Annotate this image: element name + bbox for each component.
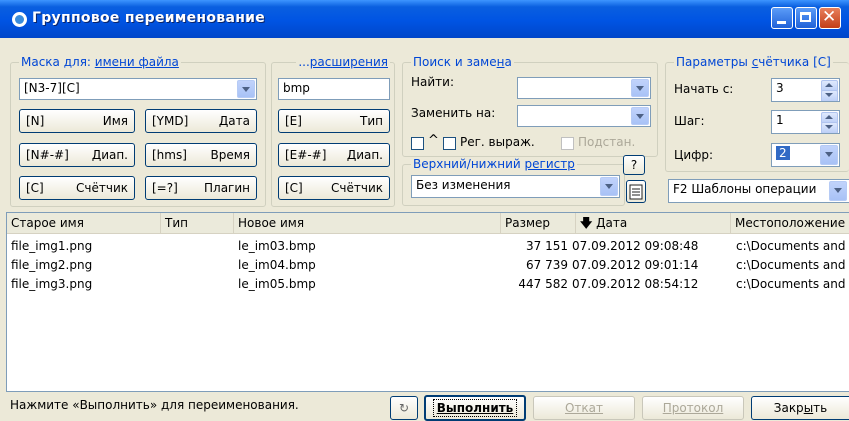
table-row[interactable]: file_img2.png le_im04.bmp 67 739 07.09.2012… — [7, 257, 849, 274]
case-group-title: Верхний/нижний регистр — [411, 157, 577, 171]
mask-input-value: [N3-7][C] — [24, 81, 80, 95]
column-size[interactable]: Размер — [501, 213, 576, 234]
counter-digits-label: Цифр: — [674, 148, 714, 162]
refresh-button[interactable]: ↻ — [390, 396, 418, 420]
cell-size: 447 582 — [518, 277, 568, 291]
counter-step-label: Шаг: — [674, 114, 705, 128]
search-replace-group: Поиск и замена Найти: Заменить на: ^ Рег… — [402, 55, 658, 157]
file-list[interactable]: Старое имя Тип Новое имя Размер 🡇 Дата М… — [6, 212, 849, 392]
cell-location: c:\Documents and — [736, 239, 846, 253]
cell-date: 07.09.2012 09:01:14 — [572, 258, 699, 272]
counter-digits-value: 2 — [776, 146, 790, 160]
replace-input[interactable] — [517, 105, 651, 127]
column-location[interactable]: Местоположение — [731, 213, 849, 234]
status-text: Нажмите «Выполнить» для переименования. — [10, 398, 299, 412]
counter-start-input[interactable]: 3 — [771, 78, 840, 102]
close-icon: ✕ — [822, 7, 837, 27]
chevron-down-icon[interactable] — [237, 80, 255, 98]
extension-input[interactable]: bmp — [278, 78, 390, 100]
chevron-down-icon[interactable] — [631, 79, 649, 97]
case-sensitive-label: ^ — [428, 133, 439, 148]
extension-group: ...расширения bmp [E] Тип [E#-#] Диап. [C]… — [271, 55, 395, 207]
document-icon — [629, 184, 643, 199]
status-bar: Нажмите «Выполнить» для переименования. … — [0, 393, 849, 421]
insert-name-range-button[interactable]: [N#-#] Диап. — [19, 143, 135, 167]
templates-label: F2 Шаблоны операции — [673, 182, 817, 196]
regex-label: Рег. выраж. — [460, 135, 535, 149]
column-old-name[interactable]: Старое имя — [7, 213, 161, 234]
column-type[interactable]: Тип — [161, 213, 234, 234]
cell-new-name: le_im04.bmp — [238, 258, 316, 272]
close-window-button[interactable]: ✕ — [819, 7, 841, 29]
case-sensitive-checkbox[interactable] — [411, 137, 424, 150]
spin-down-icon[interactable] — [821, 90, 838, 101]
insert-ext-counter-button[interactable]: [C] Счётчик — [278, 176, 390, 200]
rename-window: Групповое переименование ✕ Маска для: им… — [0, 0, 849, 421]
insert-plugin-button[interactable]: [=?] Плагин — [145, 176, 257, 200]
insert-name-button[interactable]: [N] Имя — [19, 109, 135, 133]
edit-case-button[interactable] — [626, 180, 646, 203]
column-date[interactable]: 🡇 Дата — [576, 213, 731, 234]
subst-checkbox[interactable] — [561, 137, 574, 150]
table-row[interactable]: file_img3.png le_im05.bmp 447 582 07.09.201… — [7, 276, 849, 293]
extension-group-title: ...расширения — [296, 55, 390, 69]
find-label: Найти: — [411, 75, 455, 89]
column-new-name[interactable]: Новое имя — [234, 213, 501, 234]
mask-input[interactable]: [N3-7][C] — [19, 78, 257, 100]
cell-old-name: file_img1.png — [11, 239, 93, 253]
mask-group: Маска для: имени файла [N3-7][C] [N] Имя … — [10, 55, 266, 207]
counter-digits-select[interactable]: 2 — [771, 143, 840, 167]
refresh-icon: ↻ — [398, 401, 410, 415]
chevron-down-icon[interactable] — [600, 177, 618, 196]
maximize-button[interactable] — [795, 7, 817, 29]
insert-time-button[interactable]: [hms] Время — [145, 143, 257, 167]
minimize-button[interactable] — [771, 7, 793, 29]
find-input[interactable] — [517, 77, 651, 99]
chevron-down-icon[interactable] — [631, 107, 649, 125]
title-bar[interactable]: Групповое переименование ✕ — [0, 0, 849, 38]
window-title: Групповое переименование — [32, 10, 266, 26]
cell-size: 67 739 — [526, 258, 568, 272]
run-button[interactable]: Выполнить — [424, 395, 526, 421]
cell-location: c:\Documents and — [736, 277, 846, 291]
mask-group-title: Маска для: имени файла — [19, 55, 181, 69]
templates-select[interactable]: F2 Шаблоны операции — [668, 179, 849, 203]
cell-old-name: file_img3.png — [11, 277, 93, 291]
chevron-down-icon[interactable] — [829, 181, 847, 201]
case-select[interactable]: Без изменения — [411, 175, 620, 198]
sort-down-icon: 🡇 — [580, 216, 593, 230]
regex-checkbox[interactable] — [443, 137, 456, 150]
insert-date-button[interactable]: [YMD] Дата — [145, 109, 257, 133]
close-button[interactable]: Закр ы ть — [751, 396, 849, 420]
subst-label: Подстан. — [578, 135, 636, 149]
counter-group: Параметры счётчика [C] Начать с: 3 Шаг: … — [665, 55, 849, 172]
cell-new-name: le_im05.bmp — [238, 277, 316, 291]
cell-date: 07.09.2012 09:08:48 — [572, 239, 699, 253]
case-select-value: Без изменения — [416, 178, 511, 192]
case-group: Верхний/нижний регистр Без изменения — [402, 157, 625, 206]
log-button[interactable]: Протокол — [642, 396, 744, 420]
undo-button[interactable]: Откат — [533, 396, 635, 420]
counter-start-label: Начать с: — [674, 82, 734, 96]
cell-location: c:\Documents and — [736, 258, 846, 272]
insert-ext-range-button[interactable]: [E#-#] Диап. — [278, 143, 390, 167]
counter-step-input[interactable]: 1 — [771, 110, 840, 134]
app-icon — [12, 12, 27, 27]
replace-label: Заменить на: — [411, 106, 496, 120]
help-button[interactable]: ? — [623, 155, 645, 175]
chevron-down-icon[interactable] — [820, 145, 838, 165]
insert-counter-button[interactable]: [C] Счётчик — [19, 176, 135, 200]
cell-new-name: le_im03.bmp — [238, 239, 316, 253]
table-row[interactable]: file_img1.png le_im03.bmp 37 151 07.09.2012… — [7, 238, 849, 255]
spin-down-icon[interactable] — [821, 122, 838, 133]
insert-ext-button[interactable]: [E] Тип — [278, 109, 390, 133]
cell-date: 07.09.2012 08:54:12 — [572, 277, 699, 291]
search-replace-title: Поиск и замена — [411, 55, 514, 69]
cell-size: 37 151 — [526, 239, 568, 253]
cell-old-name: file_img2.png — [11, 258, 93, 272]
file-list-header: Старое имя Тип Новое имя Размер 🡇 Дата М… — [7, 213, 849, 234]
counter-group-title: Параметры счётчика [C] — [674, 55, 833, 69]
